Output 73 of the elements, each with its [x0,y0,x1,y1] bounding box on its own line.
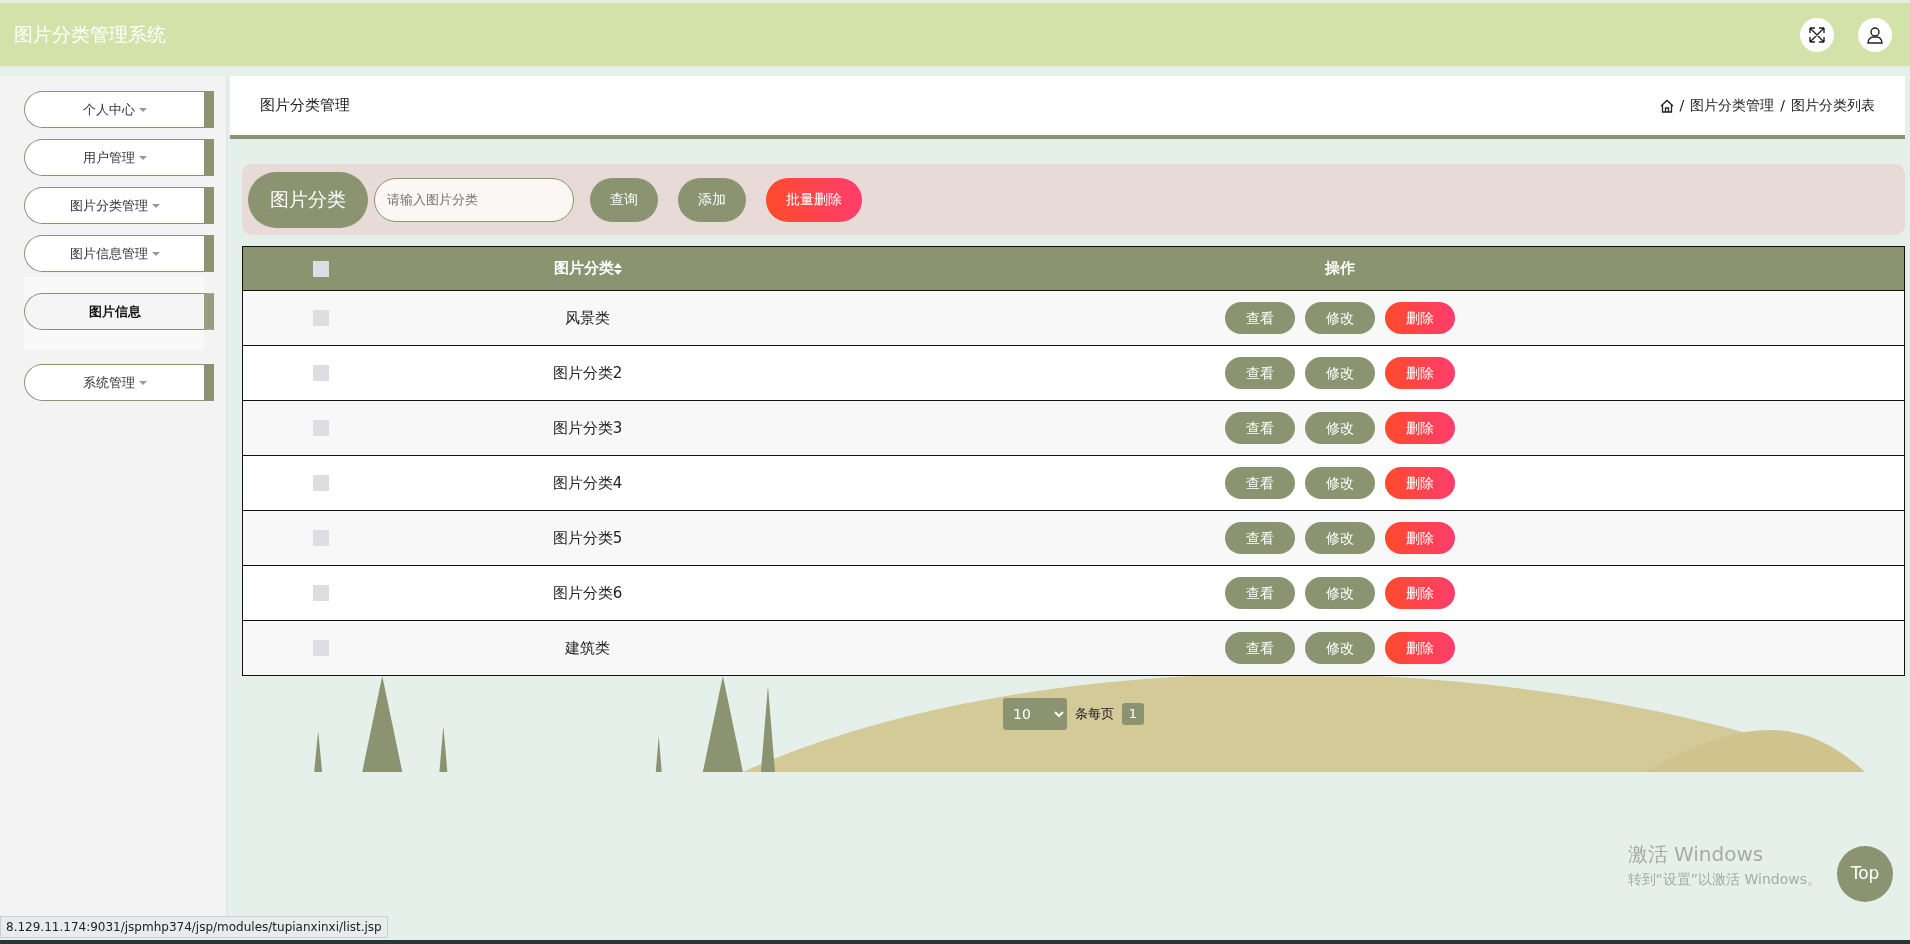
caret-icon [151,251,160,256]
app-title: 图片分类管理系统 [14,22,166,48]
search-label: 图片分类 [248,171,368,228]
page-number-button[interactable]: 1 [1122,703,1144,725]
sidebar-menu-item[interactable]: 系统管理 [24,364,214,401]
row-action-button[interactable]: 删除 [1385,412,1456,444]
table-cell: 图片分类4 [552,473,623,492]
row-action-button[interactable]: 查看 [1225,632,1296,664]
table-cell: 风景类 [565,308,610,327]
sort-icon[interactable] [613,262,622,275]
table-cell: 图片分类5 [552,528,623,547]
table-cell: 图片分类6 [552,583,623,602]
row-checkbox[interactable] [312,420,329,437]
fullscreen-button[interactable] [1800,17,1834,52]
row-action-button[interactable]: 查看 [1225,577,1296,609]
page-size-select[interactable]: 10 [1003,698,1067,730]
row-checkbox[interactable] [312,310,329,327]
sidebar-menu-item[interactable]: 图片分类管理 [24,187,214,224]
table-cell: 图片分类3 [552,418,623,437]
table-cell: 图片分类2 [552,363,623,382]
breadcrumb-separator: / [1780,96,1785,115]
toolbar-button[interactable]: 查询 [590,177,658,222]
row-action-button[interactable]: 修改 [1305,467,1376,499]
caret-icon [151,203,160,208]
breadcrumb-separator: / [1679,96,1685,115]
row-action-button[interactable]: 查看 [1225,357,1296,389]
row-action-button[interactable]: 删除 [1385,357,1456,389]
page-title: 图片分类管理 [260,95,350,117]
activation-text: 转到“设置”以激活 Windows。 [1627,870,1821,889]
select-all-checkbox[interactable] [312,260,329,277]
back-to-top-button[interactable]: Top [1837,846,1893,902]
toolbar-button[interactable]: 添加 [678,177,746,222]
breadcrumb-link[interactable]: 图片分类管理 [1690,95,1775,116]
sidebar-menu-item[interactable]: 图片信息管理 [24,235,214,272]
row-action-button[interactable]: 修改 [1305,577,1376,609]
row-action-button[interactable]: 修改 [1305,632,1376,664]
row-action-button[interactable]: 查看 [1225,412,1296,444]
activation-title: 激活 Windows [1627,841,1765,868]
row-action-button[interactable]: 修改 [1305,302,1376,334]
row-checkbox[interactable] [312,585,329,602]
row-checkbox[interactable] [312,475,329,492]
row-action-button[interactable]: 修改 [1305,412,1376,444]
row-action-button[interactable]: 删除 [1385,522,1456,554]
row-checkbox[interactable] [312,365,329,382]
row-checkbox[interactable] [312,530,329,547]
row-action-button[interactable]: 查看 [1225,467,1296,499]
search-field[interactable]: 请输入图片分类 [374,177,574,222]
row-action-button[interactable]: 修改 [1305,357,1376,389]
sidebar-submenu-item[interactable]: 图片信息 [24,293,214,330]
page-size-label: 条每页 [1075,705,1114,724]
sidebar-menu-item[interactable]: 用户管理 [24,139,214,176]
row-action-button[interactable]: 删除 [1385,632,1456,664]
column-header: 操作 [1325,259,1356,278]
table-cell: 建筑类 [565,638,610,657]
sidebar-menu-item[interactable]: 个人中心 [24,91,214,128]
row-action-button[interactable]: 查看 [1225,522,1296,554]
user-button[interactable] [1858,17,1892,52]
column-header[interactable]: 图片分类 [553,259,614,278]
row-action-button[interactable]: 删除 [1385,577,1456,609]
home-icon[interactable] [1659,98,1674,113]
row-checkbox[interactable] [312,640,329,657]
row-action-button[interactable]: 删除 [1385,467,1456,499]
caret-icon [138,155,147,160]
caret-icon [138,107,147,112]
fullscreen-icon [1808,25,1826,44]
breadcrumb-current: 图片分类列表 [1791,96,1875,115]
caret-icon [138,380,147,385]
row-action-button[interactable]: 修改 [1305,522,1376,554]
toolbar-button[interactable]: 批量删除 [766,177,862,222]
status-url: 8.129.11.174:9031/jspmhp374/jsp/modules/tupianxinxi/list.jsp [0,916,388,938]
row-action-button[interactable]: 删除 [1385,302,1456,334]
row-action-button[interactable]: 查看 [1225,302,1296,334]
user-icon [1866,25,1884,44]
